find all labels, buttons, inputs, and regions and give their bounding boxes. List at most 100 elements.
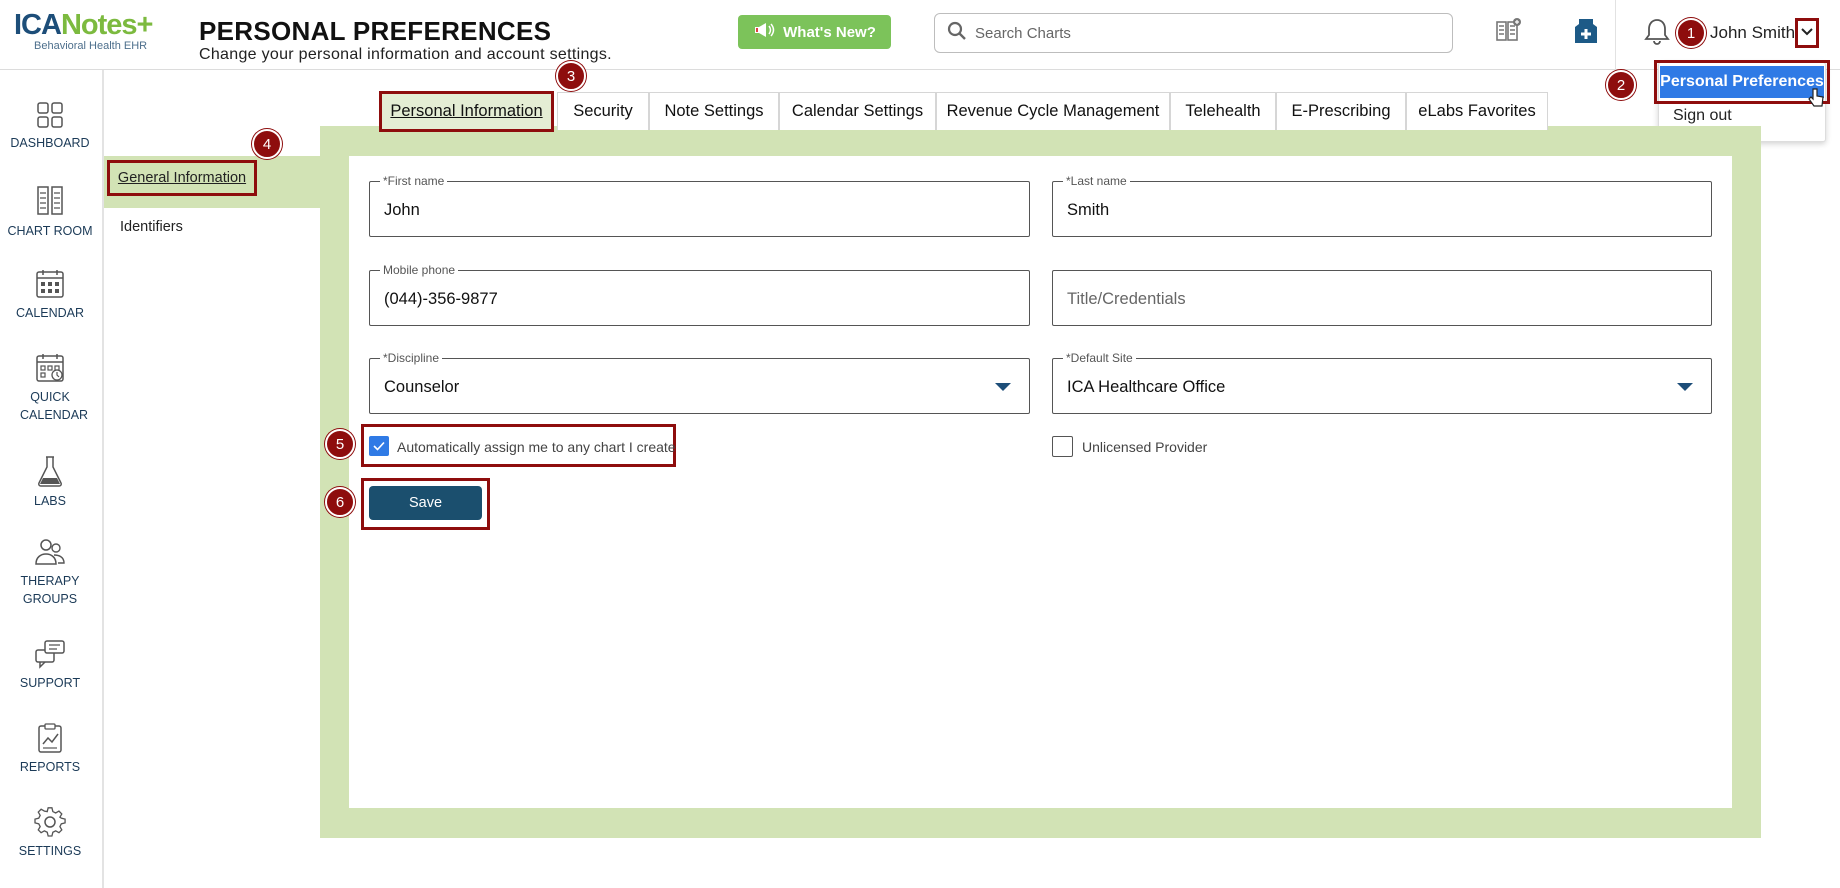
sidebar-item-therapy-groups[interactable]: THERAPY GROUPS (0, 536, 100, 608)
tab-label: Telehealth (1185, 102, 1261, 120)
field-label: *Default Site (1063, 351, 1136, 365)
sidebar-item-label: THERAPY GROUPS (20, 574, 80, 606)
sidebar-item-support[interactable]: SUPPORT (0, 638, 100, 692)
ica-notes-logo[interactable]: ICANotes+ Behavioral Health EHR (14, 10, 174, 58)
tab-label: Security (573, 102, 633, 120)
flask-icon (37, 456, 63, 487)
subnav-identifiers[interactable]: Identifiers (120, 219, 183, 235)
search-input[interactable] (975, 24, 1415, 42)
sidebar-item-label: SUPPORT (19, 676, 81, 690)
field-value: John (384, 201, 420, 219)
whats-new-button[interactable]: What's New? (738, 15, 891, 49)
chart-room-add-icon[interactable] (1491, 14, 1525, 48)
field-label: *Last name (1063, 174, 1130, 188)
default-site-select[interactable]: *Default Site ICA Healthcare Office (1052, 351, 1712, 414)
last-name-field[interactable]: *Last name Smith (1052, 174, 1712, 237)
logo-plus-icon: + (136, 9, 154, 41)
auto-assign-checkbox[interactable] (369, 436, 389, 456)
calendar-icon (36, 270, 64, 298)
notification-bell-icon[interactable] (1640, 14, 1674, 48)
checkmark-icon (373, 441, 385, 451)
chevron-down-icon (1800, 24, 1814, 42)
sidebar-nav: DASHBOARD CHART ROOM CALENDAR QUICK CALE… (0, 70, 104, 888)
sidebar-item-calendar[interactable]: CALENDAR (0, 268, 100, 322)
sidebar-item-chart-room[interactable]: CHART ROOM (0, 184, 100, 240)
caret-down-icon (1677, 383, 1693, 391)
unlicensed-provider-label[interactable]: Unlicensed Provider (1082, 439, 1207, 455)
tab-e-prescribing[interactable]: E-Prescribing (1276, 92, 1406, 130)
sidebar-item-label: SETTINGS (18, 844, 82, 858)
reports-icon (38, 723, 62, 753)
gear-icon (34, 807, 66, 837)
mobile-phone-field[interactable]: Mobile phone (044)-356-9877 (369, 263, 1030, 326)
form-card (349, 156, 1732, 808)
field-value: Smith (1067, 201, 1110, 219)
tab-elabs-favorites[interactable]: eLabs Favorites (1406, 92, 1548, 130)
quick-calendar-icon (36, 354, 64, 382)
tab-label: Note Settings (664, 102, 764, 120)
groups-icon (35, 539, 65, 565)
step-badge-5: 5 (325, 429, 355, 459)
step-badge-2: 2 (1606, 70, 1636, 100)
field-placeholder: Title/Credentials (1067, 290, 1186, 308)
subnav-general-information[interactable]: General Information (107, 160, 257, 196)
search-icon (947, 21, 967, 46)
field-label: *First name (380, 174, 448, 188)
sidebar-item-label: CHART ROOM (7, 224, 93, 238)
page-subtitle: Change your personal information and acc… (199, 46, 612, 63)
sidebar-item-label: DASHBOARD (10, 136, 90, 150)
sidebar-item-label: CALENDAR (15, 306, 85, 320)
field-value: Counselor (384, 378, 460, 396)
search-bar[interactable] (934, 13, 1453, 53)
sidebar-item-reports[interactable]: REPORTS (0, 722, 100, 776)
sidebar-item-label: REPORTS (19, 760, 81, 774)
menu-item-sign-out[interactable]: Sign out (1673, 107, 1732, 125)
sidebar-item-dashboard[interactable]: DASHBOARD (0, 100, 100, 152)
tab-personal-information[interactable]: Personal Information (379, 91, 554, 132)
hand-cursor-icon (1808, 88, 1824, 113)
tab-calendar-settings[interactable]: Calendar Settings (779, 92, 936, 130)
tab-label: Calendar Settings (791, 102, 924, 120)
title-credentials-field[interactable]: Title/Credentials (1052, 270, 1712, 326)
logo-tagline: Behavioral Health EHR (34, 40, 148, 52)
tab-revenue-cycle-management[interactable]: Revenue Cycle Management (936, 92, 1170, 130)
megaphone-icon (753, 22, 775, 42)
sidebar-item-settings[interactable]: SETTINGS (0, 806, 100, 860)
chart-room-icon (37, 186, 63, 215)
tab-label: E-Prescribing (1291, 102, 1391, 120)
logo-text-ica: ICA (14, 9, 62, 41)
dashboard-icon (37, 102, 63, 128)
unlicensed-provider-checkbox[interactable] (1052, 436, 1073, 457)
field-value: ICA Healthcare Office (1067, 378, 1226, 396)
field-label: *Discipline (380, 351, 443, 365)
tab-note-settings[interactable]: Note Settings (649, 92, 779, 130)
step-badge-4: 4 (252, 129, 282, 159)
step-badge-1: 1 (1676, 18, 1706, 48)
tab-label: eLabs Favorites (1418, 102, 1536, 120)
first-name-field[interactable]: *First name John (369, 174, 1030, 237)
page-title: PERSONAL PREFERENCES (199, 16, 552, 46)
step-badge-3: 3 (556, 61, 586, 91)
user-menu-toggle[interactable] (1795, 18, 1819, 48)
auto-assign-label[interactable]: Automatically assign me to any chart I c… (397, 439, 676, 455)
field-value: (044)-356-9877 (384, 290, 498, 308)
field-label: Mobile phone (380, 263, 459, 277)
save-button[interactable]: Save (369, 486, 482, 520)
tab-telehealth[interactable]: Telehealth (1170, 92, 1276, 130)
sidebar-item-label: QUICK CALENDAR (20, 390, 89, 422)
tab-label: Revenue Cycle Management (946, 102, 1160, 120)
tab-label: Personal Information (390, 102, 543, 120)
menu-item-label: Personal Preferences (1660, 66, 1824, 98)
header-divider (1615, 0, 1616, 70)
sidebar-item-quick-calendar[interactable]: QUICK CALENDAR (0, 352, 100, 424)
whats-new-label: What's New? (783, 23, 876, 41)
discipline-select[interactable]: *Discipline Counselor (369, 351, 1030, 414)
support-chat-icon (35, 640, 65, 669)
tab-security[interactable]: Security (557, 92, 649, 130)
step-badge-6: 6 (325, 487, 355, 517)
pharmacy-add-icon[interactable] (1569, 14, 1603, 48)
caret-down-icon (995, 383, 1011, 391)
user-name[interactable]: John Smith (1710, 23, 1795, 43)
sidebar-item-labs[interactable]: LABS (0, 454, 100, 510)
menu-item-personal-preferences[interactable]: Personal Preferences (1654, 60, 1830, 104)
